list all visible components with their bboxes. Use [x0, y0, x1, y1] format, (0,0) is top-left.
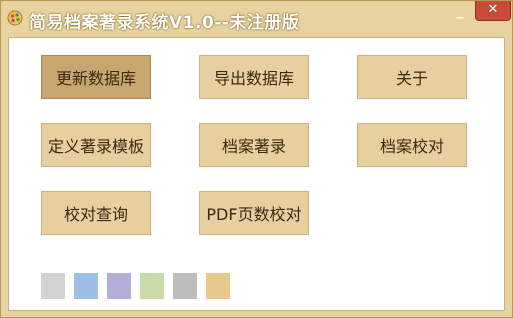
archive-proofread-button[interactable]: 档案校对: [357, 123, 467, 167]
theme-swatch-silver[interactable]: [173, 273, 197, 299]
theme-swatch-tan[interactable]: [206, 273, 230, 299]
app-logo-icon: [7, 10, 23, 26]
update-database-button[interactable]: 更新数据库: [41, 55, 151, 99]
export-database-button[interactable]: 导出数据库: [199, 55, 309, 99]
theme-swatch-blue[interactable]: [74, 273, 98, 299]
archive-cataloging-button[interactable]: 档案著录: [199, 123, 309, 167]
define-template-button[interactable]: 定义著录模板: [41, 123, 151, 167]
theme-swatch-purple[interactable]: [107, 273, 131, 299]
minimize-button[interactable]: _: [446, 3, 474, 23]
theme-swatch-green[interactable]: [140, 273, 164, 299]
pdf-page-check-button[interactable]: PDF页数校对: [199, 191, 309, 235]
close-button[interactable]: ✕: [475, 1, 511, 21]
window-title: 简易档案著录系统V1.0--未注册版: [29, 13, 300, 33]
title-bar[interactable]: 简易档案著录系统V1.0--未注册版 _ ✕: [1, 1, 512, 37]
app-window: 简易档案著录系统V1.0--未注册版 _ ✕ 更新数据库 导出数据库 关于 定义…: [0, 0, 513, 318]
about-button[interactable]: 关于: [357, 55, 467, 99]
theme-swatch-gray[interactable]: [41, 273, 65, 299]
proofread-query-button[interactable]: 校对查询: [41, 191, 151, 235]
